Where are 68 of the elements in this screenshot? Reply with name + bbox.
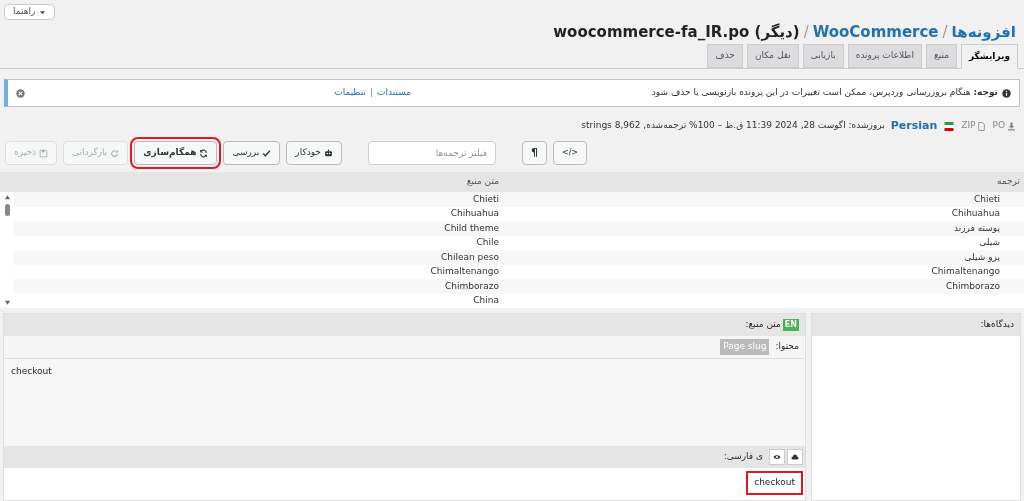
table-cell: Chihuahua xyxy=(951,208,1000,218)
table-cell: Chieti xyxy=(973,193,1000,204)
language-name: Persian xyxy=(890,117,938,134)
table-cell: Chihuahua xyxy=(450,208,499,218)
download-link[interactable]: ZIP xyxy=(961,119,987,133)
auto-button[interactable]: خودکار xyxy=(286,141,342,165)
sync-icon xyxy=(199,148,209,158)
filter-field[interactable]: فیلتر ترجمه‌ها xyxy=(367,141,496,165)
check-icon xyxy=(262,148,272,158)
eye-button[interactable] xyxy=(769,449,785,465)
editor-tab[interactable]: بازیابی xyxy=(802,44,844,68)
table-cell: Chimborazo xyxy=(946,280,1000,291)
breadcrumb-link[interactable]: WooCommerce xyxy=(812,20,939,44)
breadcrumb-link[interactable]: افزونه‌ها xyxy=(951,20,1016,44)
context-tag: Page slug xyxy=(720,339,770,355)
code-button[interactable]: </> xyxy=(552,141,588,165)
table-cell: Chieti xyxy=(472,193,499,204)
caret-icon xyxy=(39,8,47,16)
link-separator: | xyxy=(369,86,373,100)
close-button[interactable] xyxy=(16,88,25,98)
cloud-button[interactable] xyxy=(787,449,803,465)
scroll-up-icon xyxy=(3,194,11,201)
file-icon xyxy=(977,121,987,131)
editor-tab[interactable]: ویرایشگر xyxy=(960,44,1018,69)
robot-icon xyxy=(323,148,333,158)
panel-label: متن منبع: xyxy=(745,318,781,332)
pilcrow-button[interactable]: ¶ xyxy=(521,141,547,165)
panel-label: ی فارسی: xyxy=(723,450,763,464)
table-cell: پوسته فرزند xyxy=(954,222,1000,233)
translation-field[interactable]: checkout xyxy=(746,471,803,495)
table-cell: Chimaltenango xyxy=(430,266,499,276)
help-button[interactable]: راهنما xyxy=(4,4,56,20)
editor-tab[interactable]: منبع xyxy=(925,44,957,68)
source-text: checkout xyxy=(11,366,52,376)
editor-tab[interactable]: اطلاعات پرونده xyxy=(847,44,922,68)
table-cell: China xyxy=(473,295,499,305)
table-cell: Chimaltenango xyxy=(931,266,1000,276)
flag-icon xyxy=(943,121,956,131)
table-cell: Chilean peso xyxy=(440,251,499,262)
scrollbar-thumb[interactable] xyxy=(4,204,10,216)
breadcrumb-separator: / xyxy=(942,21,948,43)
table-cell: شیلی xyxy=(979,237,1000,247)
settings-link[interactable]: تنظیمات xyxy=(334,86,366,100)
table-cell: Child theme xyxy=(444,222,499,233)
column-header[interactable]: ترجمه xyxy=(996,176,1020,187)
cloud-icon xyxy=(791,453,799,461)
editor-tab[interactable]: نقل مکان xyxy=(746,44,799,68)
breadcrumb-separator: / xyxy=(803,21,809,43)
editor-tab[interactable]: حذف xyxy=(707,44,743,68)
language-badge: EN xyxy=(782,319,799,331)
docs-link[interactable]: مستندات xyxy=(377,86,411,100)
notice-text: توجه: هنگام بروزرسانی وردپرس، ممکن است تغییرات در این پرونده بازنویسی یا حذف شود xyxy=(651,86,998,100)
table-cell: Chimborazo xyxy=(445,280,499,291)
revert-icon xyxy=(110,148,120,158)
column-header[interactable]: متن منبع xyxy=(466,176,499,187)
file-details: بروزشده: اگوست 28, 2024 11:39 ق.ظ – 100% ترجمه‌شده, 8,962 strings xyxy=(581,119,885,133)
panel-label: دیدگاه‌ها: xyxy=(980,318,1014,332)
close-icon xyxy=(16,88,25,98)
table-cell: پزو شیلی xyxy=(964,251,1000,262)
context-label: محتوا: xyxy=(775,340,799,354)
file-title: woocommerce-fa_IR.po (دیگر) xyxy=(553,21,800,43)
eye-icon xyxy=(773,453,781,461)
check-button[interactable]: بررسی xyxy=(223,141,281,165)
download-link[interactable]: PO xyxy=(992,119,1016,133)
scroll-down-icon xyxy=(3,299,11,306)
table-cell: Chile xyxy=(476,237,499,247)
info-icon xyxy=(1002,88,1011,98)
download-icon xyxy=(1007,121,1016,131)
